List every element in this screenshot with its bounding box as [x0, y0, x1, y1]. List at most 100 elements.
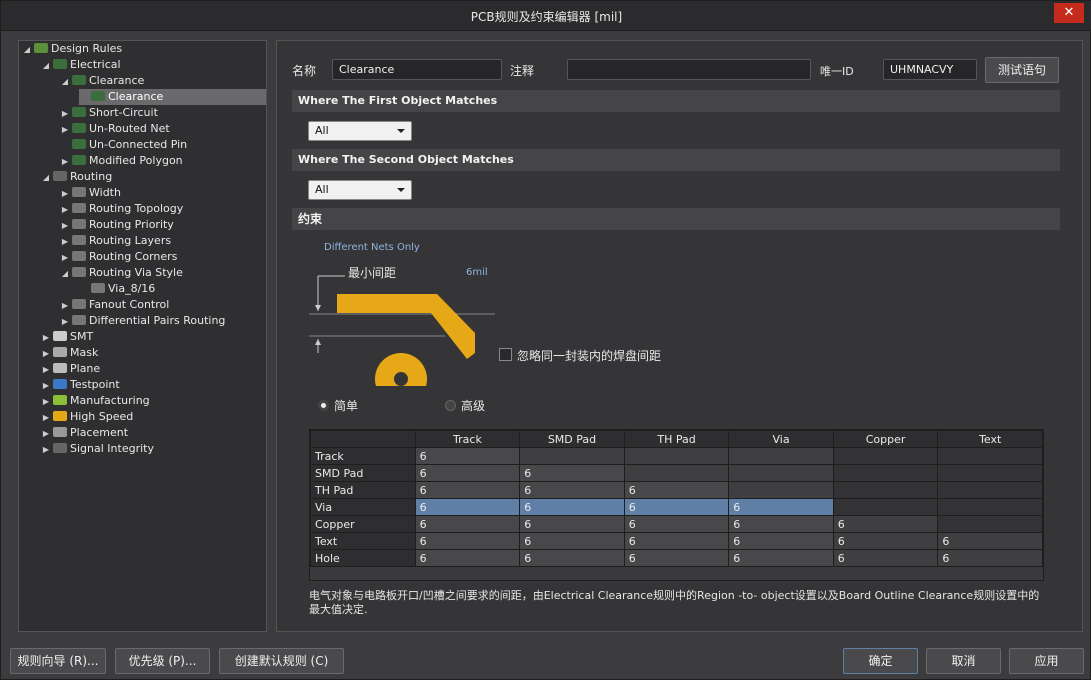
tree-item-mask[interactable]: ▶ Mask	[41, 345, 98, 361]
matrix-cell[interactable]: 6	[414, 498, 521, 516]
matrix-cell[interactable]	[937, 481, 1043, 499]
matrix-cell[interactable]	[937, 498, 1043, 516]
comment-field[interactable]	[567, 59, 811, 80]
apply-button[interactable]: 应用	[1009, 648, 1084, 674]
matrix-cell[interactable]	[937, 515, 1043, 533]
matrix-cell[interactable]: 6	[414, 515, 521, 533]
matrix-cell[interactable]: 6	[728, 532, 834, 550]
expand-icon[interactable]: ▶	[60, 314, 70, 330]
expand-icon[interactable]: ▶	[60, 298, 70, 314]
tree-item-high-speed[interactable]: ▶ High Speed	[41, 409, 133, 425]
matrix-cell[interactable]	[937, 464, 1043, 482]
expand-icon[interactable]: ▶	[41, 410, 51, 426]
min-clearance-value[interactable]: 6mil	[466, 267, 488, 278]
matrix-cell[interactable]	[832, 498, 939, 516]
matrix-cell[interactable]: 6	[623, 515, 730, 533]
matrix-cell[interactable]: 6	[623, 481, 730, 499]
tree-item-routing-priority[interactable]: ▶ Routing Priority	[60, 217, 174, 233]
matrix-cell[interactable]: 6	[832, 549, 939, 567]
expand-icon[interactable]: ▶	[60, 250, 70, 266]
tree-item-diff-pairs[interactable]: ▶ Differential Pairs Routing	[60, 313, 226, 330]
matrix-cell[interactable]: 6	[728, 498, 834, 516]
expand-icon[interactable]: ▶	[60, 154, 70, 170]
tree-item-routing-corners[interactable]: ▶ Routing Corners	[60, 249, 177, 265]
tree-item-unconnected-pin[interactable]: Un-Connected Pin	[60, 137, 187, 153]
tree-item-routing-topology[interactable]: ▶ Routing Topology	[60, 201, 183, 217]
collapse-icon[interactable]: ◢	[60, 74, 70, 90]
tree-item-routing[interactable]: ◢ Routing	[41, 169, 112, 185]
tree-item-smt[interactable]: ▶ SMT	[41, 329, 93, 345]
tree-item-signal-integrity[interactable]: ▶ Signal Integrity	[41, 441, 154, 457]
matrix-cell[interactable]	[937, 447, 1043, 465]
collapse-icon[interactable]: ◢	[22, 42, 32, 58]
tree-item-routing-via-style[interactable]: ◢ Routing Via Style	[60, 265, 183, 281]
tree-item-width[interactable]: ▶ Width	[60, 185, 121, 201]
expand-icon[interactable]: ▶	[41, 442, 51, 458]
expand-icon[interactable]: ▶	[60, 106, 70, 122]
expand-icon[interactable]: ▶	[41, 346, 51, 362]
matrix-cell[interactable]: 6	[414, 464, 521, 482]
tree-item-short-circuit[interactable]: ▶ Short-Circuit	[60, 105, 158, 121]
matrix-cell[interactable]: 6	[414, 532, 521, 550]
expand-icon[interactable]: ▶	[41, 426, 51, 442]
name-field[interactable]: Clearance	[332, 59, 502, 80]
tree-item-modified-polygon[interactable]: ▶ Modified Polygon	[60, 153, 183, 169]
expand-icon[interactable]: ▶	[60, 234, 70, 250]
matrix-cell[interactable]: 6	[937, 532, 1043, 550]
first-match-dropdown[interactable]: All	[308, 121, 412, 141]
tree-item-design-rules[interactable]: ◢ Design Rules	[22, 41, 122, 57]
expand-icon[interactable]: ▶	[60, 202, 70, 218]
tree-item-unrouted-net[interactable]: ▶ Un-Routed Net	[60, 121, 170, 137]
matrix-cell[interactable]	[832, 447, 939, 465]
net-scope-label[interactable]: Different Nets Only	[324, 242, 420, 253]
matrix-cell[interactable]	[728, 464, 834, 482]
matrix-cell[interactable]: 6	[937, 549, 1043, 567]
simple-radio[interactable]	[318, 400, 329, 411]
matrix-cell[interactable]: 6	[832, 515, 939, 533]
ok-button[interactable]: 确定	[843, 648, 918, 674]
matrix-cell[interactable]	[623, 464, 730, 482]
collapse-icon[interactable]: ◢	[60, 266, 70, 282]
matrix-cell[interactable]: 6	[414, 447, 521, 465]
matrix-cell[interactable]: 6	[623, 498, 730, 516]
matrix-cell[interactable]: 6	[832, 532, 939, 550]
matrix-cell[interactable]: 6	[728, 515, 834, 533]
expand-icon[interactable]: ▶	[60, 186, 70, 202]
matrix-cell[interactable]: 6	[519, 549, 625, 567]
second-match-dropdown[interactable]: All	[308, 180, 412, 200]
tree-item-manufacturing[interactable]: ▶ Manufacturing	[41, 393, 150, 409]
tree-item-clearance-rule[interactable]: Clearance	[79, 89, 266, 105]
matrix-cell[interactable]: 6	[519, 464, 625, 482]
expand-icon[interactable]: ▶	[41, 394, 51, 410]
expand-icon[interactable]: ▶	[41, 378, 51, 394]
matrix-cell[interactable]	[832, 464, 939, 482]
tree-item-testpoint[interactable]: ▶ Testpoint	[41, 377, 120, 393]
expand-icon[interactable]: ▶	[41, 330, 51, 346]
matrix-cell[interactable]: 6	[519, 498, 625, 516]
matrix-cell[interactable]	[623, 447, 730, 465]
expand-icon[interactable]: ▶	[41, 362, 51, 378]
tree-item-placement[interactable]: ▶ Placement	[41, 425, 128, 441]
advanced-radio[interactable]	[445, 400, 456, 411]
tree-item-routing-layers[interactable]: ▶ Routing Layers	[60, 233, 171, 249]
matrix-cell[interactable]: 6	[414, 549, 521, 567]
tree-item-plane[interactable]: ▶ Plane	[41, 361, 100, 377]
cancel-button[interactable]: 取消	[926, 648, 1001, 674]
tree-item-electrical[interactable]: ◢ Electrical	[41, 57, 121, 73]
matrix-cell[interactable]	[728, 481, 834, 499]
matrix-cell[interactable]: 6	[414, 481, 521, 499]
expand-icon[interactable]: ▶	[60, 218, 70, 234]
tree-item-clearance-group[interactable]: ◢ Clearance	[60, 73, 144, 89]
matrix-cell[interactable]	[832, 481, 939, 499]
uid-field[interactable]: UHMNACVY	[883, 59, 977, 80]
test-query-button[interactable]: 测试语句	[985, 57, 1059, 83]
tree-item-fanout-control[interactable]: ▶ Fanout Control	[60, 297, 169, 313]
matrix-cell[interactable]: 6	[519, 481, 625, 499]
matrix-cell[interactable]: 6	[519, 532, 625, 550]
close-button[interactable]: ✕	[1054, 3, 1084, 23]
rule-wizard-button[interactable]: 规则向导 (R)...	[10, 648, 106, 674]
matrix-cell[interactable]	[519, 447, 625, 465]
ignore-pad-checkbox[interactable]	[499, 348, 512, 361]
create-default-rules-button[interactable]: 创建默认规则 (C)	[219, 648, 344, 674]
priorities-button[interactable]: 优先级 (P)...	[115, 648, 210, 674]
